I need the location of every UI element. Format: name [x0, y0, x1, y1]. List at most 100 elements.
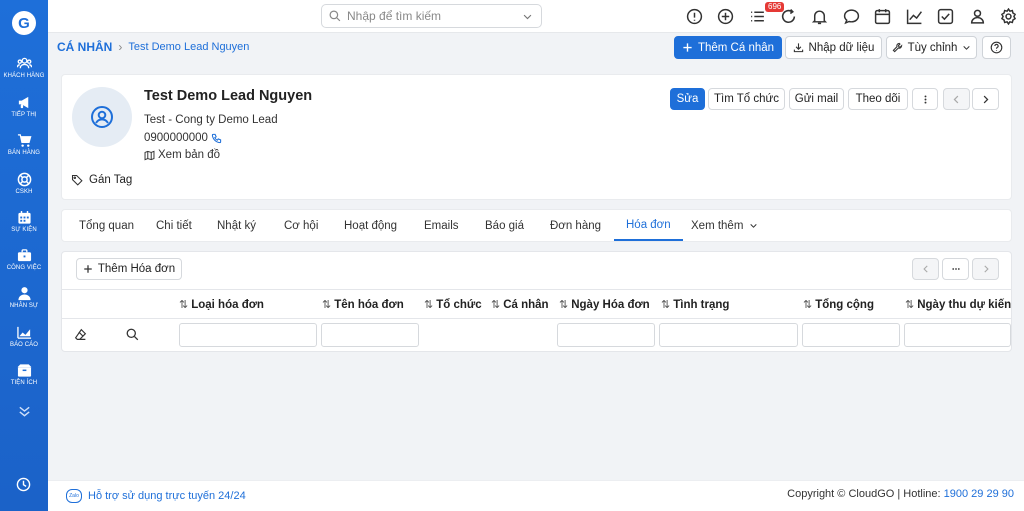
sort-icon: ⇅ [179, 299, 189, 311]
breadcrumb: CÁ NHÂN › Test Demo Lead Nguyen [57, 40, 249, 54]
hotline-number[interactable]: 1900 29 29 90 [944, 488, 1014, 500]
sidebar-item-marketing[interactable]: TIẾP THỊ [0, 95, 48, 118]
eraser-icon[interactable] [74, 328, 87, 341]
search-icon[interactable] [126, 328, 139, 341]
clock-icon[interactable] [16, 477, 31, 492]
plus-icon [84, 265, 92, 273]
column-header[interactable]: ⇅ Tên hóa đơn [322, 290, 404, 319]
chevron-right-icon [983, 95, 989, 103]
customize-button[interactable]: Tùy chỉnh [886, 36, 977, 59]
bell-icon[interactable] [811, 8, 828, 25]
breadcrumb-current: Test Demo Lead Nguyen [128, 41, 250, 53]
sidebar-item-customers[interactable]: KHÁCH HÀNG [0, 56, 48, 79]
sidebar: G KHÁCH HÀNG TIẾP THỊ BÁN HÀNG CSKH SỰ K… [0, 0, 48, 511]
column-header[interactable]: ⇅ Tổng cộng [803, 290, 874, 319]
users-icon [16, 57, 32, 69]
column-header[interactable]: ⇅ Ngày Hóa đơn [559, 290, 650, 319]
profile-phone: 0900000000 [144, 132, 222, 144]
tab-log[interactable]: Nhật ký [217, 210, 256, 241]
filter-expected-date-input[interactable] [904, 323, 1011, 347]
tab-emails[interactable]: Emails [424, 210, 459, 241]
add-person-label: Thêm Cá nhân [697, 41, 775, 54]
tab-overview[interactable]: Tổng quan [79, 210, 134, 241]
chat-icon[interactable] [843, 8, 860, 25]
filter-row [62, 320, 1011, 350]
phone-text: 0900000000 [144, 132, 208, 144]
sidebar-item-hr[interactable]: NHÂN SỰ [0, 286, 48, 309]
phone-icon[interactable] [211, 133, 222, 144]
previous-page-button[interactable] [912, 258, 939, 280]
tab-activities[interactable]: Hoạt động [344, 210, 397, 241]
sidebar-expand-button[interactable] [0, 404, 48, 419]
calendar-icon[interactable] [874, 8, 891, 25]
column-header[interactable]: ⇅ Tổ chức [424, 290, 482, 319]
more-options-button[interactable] [942, 258, 969, 280]
customize-label: Tùy chỉnh [907, 41, 958, 54]
sidebar-item-utilities[interactable]: TIỆN ÍCH [0, 363, 48, 386]
tab-quotes[interactable]: Báo giá [485, 210, 524, 241]
breadcrumb-section[interactable]: CÁ NHÂN [57, 40, 112, 54]
notification-badge: 696 [765, 2, 785, 12]
send-mail-button[interactable]: Gửi mail [789, 88, 844, 110]
next-page-button[interactable] [972, 258, 999, 280]
tab-opportunities[interactable]: Cơ hội [284, 210, 318, 241]
sidebar-item-sales[interactable]: BÁN HÀNG [0, 133, 48, 156]
tab-invoices[interactable]: Hóa đơn [614, 210, 683, 241]
filter-total-input[interactable] [802, 323, 900, 347]
user-icon[interactable] [969, 8, 986, 25]
wrench-icon [892, 42, 902, 53]
column-header[interactable]: ⇅ Ngày thu dự kiến [905, 290, 1011, 319]
sidebar-item-reports[interactable]: BÁO CÁO [0, 325, 48, 348]
filter-invoice-date-input[interactable] [557, 323, 655, 347]
more-actions-button[interactable] [912, 88, 938, 110]
settings-icon[interactable] [1000, 8, 1017, 25]
map-link[interactable]: Xem bản đồ [144, 149, 220, 161]
zalo-icon[interactable]: Zalo [66, 489, 82, 503]
tab-more[interactable]: Xem thêm [691, 210, 758, 241]
checkbox-icon[interactable] [937, 8, 954, 25]
info-icon[interactable] [686, 8, 703, 25]
sort-icon: ⇅ [661, 299, 671, 311]
filter-invoice-type-input[interactable] [179, 323, 317, 347]
download-icon [793, 43, 803, 53]
add-person-button[interactable]: Thêm Cá nhân [674, 36, 782, 59]
sort-icon: ⇅ [905, 299, 915, 311]
support-link[interactable]: Hỗ trợ sử dụng trực tuyến 24/24 [88, 490, 246, 502]
tab-more-label: Xem thêm [691, 219, 744, 232]
import-data-button[interactable]: Nhập dữ liệu [785, 36, 882, 59]
chevron-left-icon [953, 95, 959, 103]
column-header[interactable]: ⇅ Cá nhân [491, 290, 549, 319]
filter-invoice-name-input[interactable] [321, 323, 419, 347]
invoice-table-header: ⇅ Loại hóa đơn ⇅ Tên hóa đơn ⇅ Tổ chức ⇅ Cá … [62, 289, 1011, 319]
column-header[interactable]: ⇅ Tình trạng [661, 290, 729, 319]
column-label: Tình trạng [673, 298, 730, 311]
search-input[interactable]: Nhập để tìm kiếm [321, 4, 542, 28]
find-organization-button[interactable]: Tìm Tổ chức [708, 88, 785, 110]
sidebar-item-label: SỰ KIỆN [11, 227, 37, 233]
avatar[interactable] [72, 87, 132, 147]
cloudgo-logo[interactable]: G [12, 11, 36, 35]
add-circle-icon[interactable] [717, 8, 734, 25]
help-button[interactable] [982, 36, 1011, 59]
sidebar-item-tasks[interactable]: CÔNG VIỆC [0, 248, 48, 271]
edit-button[interactable]: Sửa [670, 88, 705, 110]
next-record-button[interactable] [972, 88, 999, 110]
list-icon[interactable] [749, 8, 766, 25]
line-chart-icon[interactable] [906, 8, 923, 25]
sidebar-item-cskh[interactable]: CSKH [0, 172, 48, 195]
megaphone-icon [18, 96, 28, 109]
company-text: Test - Cong ty Demo Lead [144, 114, 278, 126]
sidebar-item-events[interactable]: SỰ KIỆN [0, 210, 48, 233]
box-icon [16, 364, 32, 377]
sidebar-item-label: NHÂN SỰ [9, 303, 39, 309]
tab-details[interactable]: Chi tiết [156, 210, 192, 241]
calendar-icon [17, 210, 31, 224]
assign-tag-link[interactable]: Gán Tag [71, 174, 132, 186]
column-header[interactable]: ⇅ Loại hóa đơn [179, 290, 264, 319]
column-label: Loại hóa đơn [191, 298, 264, 311]
tab-orders[interactable]: Đơn hàng [550, 210, 601, 241]
add-invoice-button[interactable]: Thêm Hóa đơn [76, 258, 182, 280]
filter-status-input[interactable] [659, 323, 798, 347]
previous-record-button[interactable] [943, 88, 970, 110]
follow-button[interactable]: Theo dõi [848, 88, 908, 110]
